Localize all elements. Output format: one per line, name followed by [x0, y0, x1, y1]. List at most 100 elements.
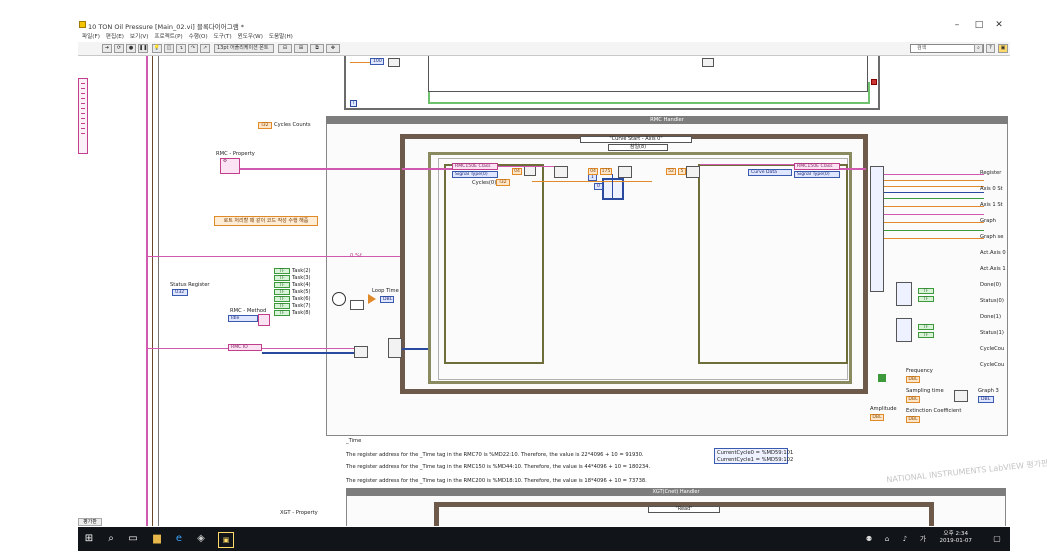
start-icon[interactable]: ⊞	[82, 532, 96, 546]
cycles-value[interactable]: I32	[496, 179, 510, 186]
add-node[interactable]	[878, 374, 886, 382]
menu-view[interactable]: 보기(V)	[130, 32, 148, 42]
task-bool[interactable]: TF	[274, 282, 290, 288]
close-button[interactable]: ✕	[988, 19, 1010, 31]
step-out-icon[interactable]: ↗	[200, 44, 210, 53]
rmc-class-left[interactable]: RMC150E Class	[452, 163, 498, 170]
tool-palette[interactable]	[78, 78, 88, 154]
task-view-icon[interactable]: ▭	[126, 532, 140, 546]
step-over-icon[interactable]: ↷	[188, 44, 198, 53]
idle-enum[interactable]: Idle	[228, 315, 258, 322]
unbundle-node[interactable]	[896, 282, 912, 306]
ime-icon[interactable]: 가	[916, 532, 930, 546]
done-bool[interactable]: TF	[918, 324, 934, 330]
volume-icon[interactable]: ♪	[898, 532, 912, 546]
rmc-property-node[interactable]: ⚙	[220, 158, 240, 174]
clock[interactable]: 오후 2:34 2019-01-07	[939, 531, 972, 545]
const-04b[interactable]: 04	[588, 168, 598, 175]
const-1[interactable]: 1	[588, 174, 597, 181]
task-bool[interactable]: TF	[274, 296, 290, 302]
task-bool[interactable]: TF	[274, 275, 290, 281]
pause-icon[interactable]: ❚❚	[138, 44, 148, 53]
sampling-time-control[interactable]: DBL	[906, 396, 920, 403]
menu-help[interactable]: 도움말(H)	[269, 32, 293, 42]
people-icon[interactable]: ⚉	[862, 532, 876, 546]
menu-window[interactable]: 윈도우(W)	[238, 32, 263, 42]
unbundle-node[interactable]	[870, 166, 884, 292]
step-into-icon[interactable]: ↴	[176, 44, 186, 53]
frequency-control[interactable]: DBL	[906, 376, 920, 383]
help-button[interactable]: ?	[986, 44, 995, 53]
top-case-structure[interactable]	[428, 56, 868, 92]
inner-case-selector[interactable]: 참일(8)	[608, 144, 668, 151]
rmc-io-node[interactable]	[354, 346, 368, 358]
subframe-left[interactable]	[444, 164, 544, 364]
search-taskbar-icon[interactable]: ⌕	[104, 532, 118, 546]
bundle-by-name-node[interactable]	[388, 338, 402, 358]
subtract-node[interactable]	[350, 300, 364, 310]
menu-operate[interactable]: 수행(O)	[189, 32, 208, 42]
highlight-execution-icon[interactable]: 💡	[152, 44, 162, 53]
sub-vi-node[interactable]	[702, 58, 714, 67]
cleanup-diagram-icon[interactable]: ✥	[326, 44, 340, 53]
const-5[interactable]: 5	[678, 168, 686, 175]
menu-edit[interactable]: 편집(E)	[106, 32, 124, 42]
signal-type-left[interactable]: Signal Type(0)	[452, 171, 498, 178]
retain-wire-values-icon[interactable]: ◫	[164, 44, 174, 53]
minimize-button[interactable]: –	[946, 19, 968, 31]
unbundle-node[interactable]	[896, 318, 912, 342]
vi-icon[interactable]: ▣	[998, 44, 1008, 53]
menu-tools[interactable]: 도구(T)	[214, 32, 232, 42]
ie-icon[interactable]: e	[172, 532, 186, 546]
run-arrow-icon[interactable]: ➜	[102, 44, 112, 53]
amplitude-control[interactable]: DBL	[870, 414, 884, 421]
run-continuously-icon[interactable]: ⟳	[114, 44, 124, 53]
curve-data-enum[interactable]: Curve Data	[748, 169, 792, 176]
status-bool[interactable]: TF	[918, 296, 934, 302]
done-bool[interactable]: TF	[918, 288, 934, 294]
app-icon[interactable]: ◈	[194, 532, 208, 546]
cycles-counts-indicator[interactable]: I32	[258, 122, 272, 129]
maximize-button[interactable]: □	[968, 19, 990, 31]
font-select[interactable]: 13pt 어플리케이션 폰트	[214, 44, 274, 53]
reorder-icon[interactable]: ⧉	[310, 44, 324, 53]
sub-vi-node[interactable]	[388, 58, 400, 67]
const-100[interactable]: 100	[370, 58, 384, 65]
sub-vi-node[interactable]	[554, 166, 568, 178]
search-icon[interactable]: ⌕	[974, 44, 983, 53]
task-bool[interactable]: TF	[274, 289, 290, 295]
task-bool[interactable]: TF	[274, 310, 290, 316]
rmc-class-right[interactable]: RMC150E Class	[794, 163, 840, 170]
const-0[interactable]: 0	[594, 183, 603, 190]
signal-type-right[interactable]: Signal Type(0)	[794, 171, 840, 178]
read-case-selector[interactable]: "Read"	[648, 506, 720, 513]
const-175[interactable]: 175	[600, 168, 612, 175]
rmc-method-node[interactable]	[258, 314, 270, 326]
notification-icon[interactable]: ▢	[990, 532, 1004, 546]
stop-terminal[interactable]	[871, 79, 877, 85]
status-register-indicator[interactable]: U32	[172, 289, 188, 296]
subframe-right[interactable]	[698, 164, 848, 364]
sine-node[interactable]	[954, 390, 968, 402]
abort-icon[interactable]: ●	[126, 44, 136, 53]
sub-vi-node[interactable]	[524, 166, 536, 176]
file-explorer-icon[interactable]: ▆	[150, 532, 164, 546]
search-input[interactable]: 검색	[910, 44, 984, 53]
menu-project[interactable]: 프로젝트(P)	[154, 32, 182, 42]
task-bool[interactable]: TF	[274, 303, 290, 309]
extinction-control[interactable]: DBL	[906, 416, 920, 423]
const-52[interactable]: 52	[666, 168, 676, 175]
block-diagram[interactable]: i 100 I32 Cycles Counts RMC Handler "Cur…	[88, 56, 1008, 526]
loop-time-indicator[interactable]: DBL	[380, 296, 394, 303]
network-icon[interactable]: ⌂	[880, 532, 894, 546]
const-04[interactable]: 04	[512, 168, 522, 175]
task-bool[interactable]: TF	[274, 268, 290, 274]
status-bool[interactable]: TF	[918, 332, 934, 338]
menu-file[interactable]: 파일(F)	[82, 32, 100, 42]
labview-taskbar-icon[interactable]: ▣	[218, 532, 234, 548]
graph-3-indicator[interactable]: DBL	[978, 396, 994, 403]
case-selector[interactable]: "Curve Start - Axis 0"	[580, 136, 692, 143]
rmc-io-control[interactable]: RMC IO	[228, 344, 262, 351]
sub-vi-node[interactable]	[686, 166, 700, 178]
align-icon[interactable]: ⊟	[278, 44, 292, 53]
